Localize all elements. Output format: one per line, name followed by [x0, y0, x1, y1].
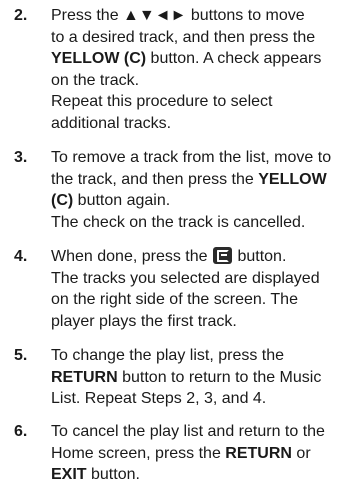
step-line: The tracks you selected are displayed	[51, 269, 320, 287]
step-line: To remove a track from the list, move to	[51, 149, 332, 166]
step-line: The check on the track is cancelled.	[51, 213, 306, 231]
step-line: To change the play list, press the	[51, 347, 285, 364]
step-number: 3.	[14, 149, 28, 166]
step-line: on the right side of the screen. The	[51, 291, 298, 308]
step-line: on the track.	[51, 71, 140, 89]
step-line: to a desired track, and then press the	[51, 28, 316, 46]
step-text: When done, press the button. The tracks …	[51, 246, 341, 332]
step-number: 5.	[14, 347, 28, 364]
step-line-start: When done, press the	[51, 248, 208, 265]
step-line: To cancel the play list and return to th…	[51, 423, 325, 440]
step-line: YELLOW (C) button. A check appears	[51, 50, 322, 67]
step-line: List. Repeat Steps 2, 3, and 4.	[51, 390, 267, 407]
step-line: EXIT button.	[51, 466, 140, 483]
tools-button-icon	[213, 247, 232, 264]
step-line: Repeat this procedure to select	[51, 93, 273, 110]
step-line: player plays the first track.	[51, 312, 237, 330]
step-text: To change the play list, press the RETUR…	[51, 345, 341, 410]
step-number: 4.	[14, 248, 28, 265]
step-text: Press the ▲▼◄► buttons to move to a desi…	[51, 5, 341, 134]
step-text: To cancel the play list and return to th…	[51, 421, 341, 486]
step-number: 2.	[14, 7, 28, 24]
step-line: Home screen, press the RETURN or	[51, 444, 311, 462]
step-line-end: button.	[237, 248, 287, 265]
step-line: additional tracks.	[51, 114, 172, 132]
step-line: Press the ▲▼◄► buttons to move	[51, 7, 305, 24]
step-line: (C) button again.	[51, 192, 171, 209]
step-line: the track, and then press the YELLOW	[51, 170, 327, 188]
step-line: When done, press the button.	[51, 246, 341, 268]
step-number: 6.	[14, 423, 28, 440]
step-line: RETURN button to return to the Music	[51, 368, 322, 386]
step-text: To remove a track from the list, move to…	[51, 147, 341, 233]
